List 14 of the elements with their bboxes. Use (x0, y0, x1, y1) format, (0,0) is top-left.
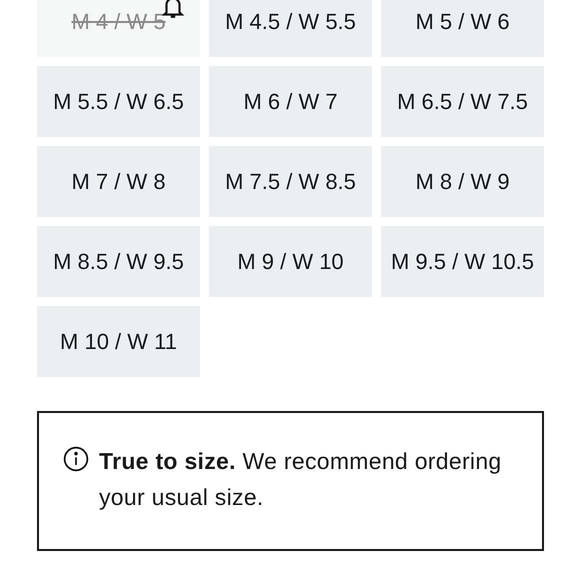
size-option[interactable]: M 9.5 / W 10.5 (381, 226, 544, 297)
size-option[interactable]: M 5 / W 6 (381, 0, 544, 57)
size-option[interactable]: M 10 / W 11 (37, 306, 200, 377)
fit-note-text: True to size. We recommend ordering your usual size. (99, 447, 503, 512)
size-option[interactable]: M 7.5 / W 8.5 (209, 146, 372, 217)
size-option[interactable]: M 7 / W 8 (37, 146, 200, 217)
size-option[interactable]: M 6 / W 7 (209, 66, 372, 137)
size-option[interactable]: M 8 / W 9 (381, 146, 544, 217)
size-option[interactable]: M 6.5 / W 7.5 (381, 66, 544, 137)
size-option[interactable]: M 4.5 / W 5.5 (209, 0, 372, 57)
size-option[interactable]: M 5.5 / W 6.5 (37, 66, 200, 137)
info-icon (63, 446, 89, 472)
size-option[interactable]: M 8.5 / W 9.5 (37, 226, 200, 297)
size-option[interactable]: M 9 / W 10 (209, 226, 372, 297)
